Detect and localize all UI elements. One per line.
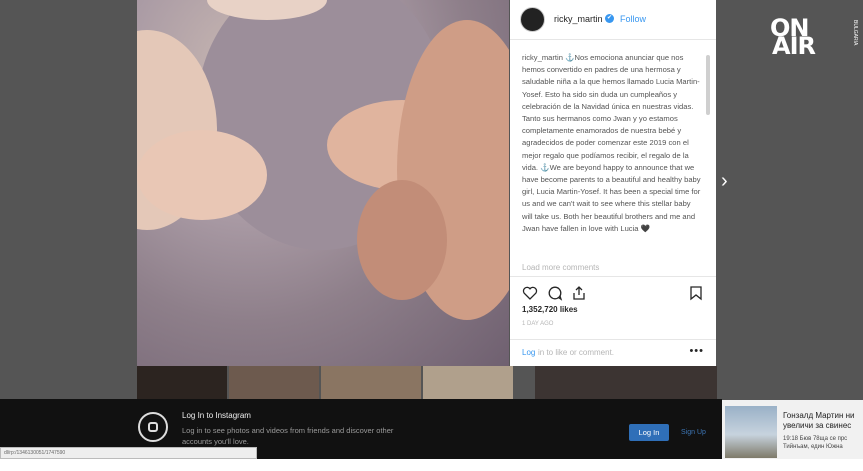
news-subtitle: 19:18 Бюв 78ща се прс Тийнъам, един Южна (783, 435, 847, 451)
news-title-line: Гонзалд Мартин ни (783, 411, 855, 420)
comment-icon[interactable] (547, 285, 563, 301)
post-caption: ricky_martin ⚓Nos emociona anunciar que … (522, 53, 701, 233)
signup-link[interactable]: Sign Up (681, 429, 706, 436)
comment-bar: Log in to like or comment. ••• (510, 339, 716, 366)
thumbnail[interactable] (137, 366, 227, 400)
news-subtitle-line: Тийнъам, един Южна (783, 444, 843, 450)
like-count[interactable]: 1,352,720 likes (522, 305, 578, 314)
next-arrow-icon[interactable]: › (721, 170, 728, 193)
related-thumbnails (137, 366, 717, 400)
avatar[interactable] (520, 7, 545, 32)
post-photo (137, 0, 509, 366)
login-banner-title: Log In to Instagram (182, 411, 251, 420)
login-banner-description: Log in to see photos and videos from fri… (182, 426, 394, 446)
news-card[interactable]: Гонзалд Мартин ни увеличи за свинес 19:1… (722, 400, 863, 460)
login-button[interactable]: Log In (629, 424, 669, 441)
thumbnail[interactable] (535, 366, 717, 400)
logo-text-air: AIR (772, 32, 816, 60)
channel-logo: ON AIR BULGARIA (768, 14, 858, 60)
login-link[interactable]: Log (522, 348, 535, 357)
news-title: Гонзалд Мартин ни увеличи за свинес (783, 411, 854, 431)
heart-icon[interactable] (522, 285, 538, 301)
verified-badge-icon: ✔ (605, 14, 614, 23)
post-header: ricky_martin ✔ Follow (510, 0, 716, 40)
post-panel: ricky_martin ✔ Follow ricky_martin ⚓Nos … (510, 0, 716, 366)
thumbnail[interactable] (423, 366, 513, 400)
news-thumbnail (725, 406, 777, 458)
news-ticker (0, 459, 863, 471)
news-title-line: увеличи за свинес (783, 421, 852, 430)
post-actions: 1,352,720 likes 1 DAY AGO (510, 276, 716, 346)
comment-prompt: in to like or comment. (538, 348, 615, 357)
follow-button[interactable]: Follow (620, 14, 646, 24)
status-url: dl/rp:/1346130051/1747590 (0, 447, 257, 459)
thumbnail[interactable] (229, 366, 319, 400)
more-options-icon[interactable]: ••• (689, 345, 704, 357)
thumbnail[interactable] (321, 366, 421, 400)
load-more-comments-link[interactable]: Load more comments (522, 263, 599, 272)
caption-scrollbar[interactable] (706, 55, 710, 115)
logo-subtext: BULGARIA (852, 20, 858, 46)
instagram-icon (138, 412, 168, 442)
video-frame: ricky_martin ✔ Follow ricky_martin ⚓Nos … (0, 0, 863, 471)
post-date: 1 DAY AGO (522, 321, 554, 327)
news-subtitle-line: 19:18 Бюв 78ща се прс (783, 436, 848, 442)
bookmark-icon[interactable] (688, 285, 704, 301)
share-icon[interactable] (571, 285, 587, 301)
username-link[interactable]: ricky_martin (554, 14, 603, 24)
